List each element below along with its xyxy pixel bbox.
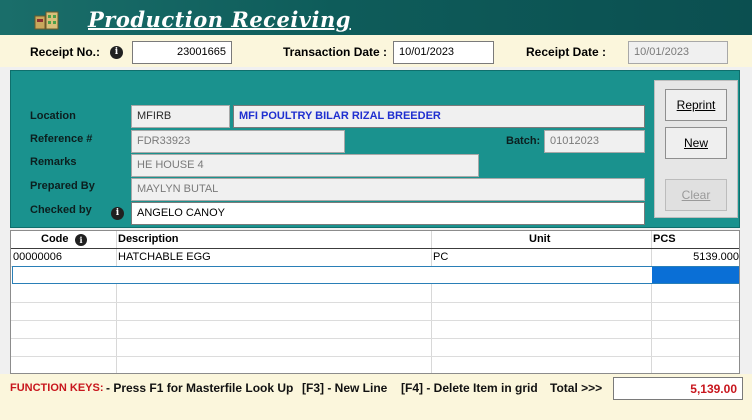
f4-hint: [F4] - Delete Item in grid: [401, 381, 538, 395]
receipt-date-label: Receipt Date :: [526, 45, 607, 59]
batch-field[interactable]: 01012023: [544, 130, 645, 153]
total-label: Total >>>: [550, 381, 603, 395]
remarks-label: Remarks: [30, 156, 77, 168]
new-item-row[interactable]: [12, 266, 739, 284]
prepared-by-label: Prepared By: [30, 180, 95, 192]
cell-unit[interactable]: PC: [433, 251, 448, 263]
items-grid[interactable]: Code i Description Unit PCS 00000006 HAT…: [10, 230, 740, 374]
checked-by-field[interactable]: ANGELO CANOY: [131, 202, 645, 225]
column-header-code[interactable]: Code: [41, 233, 69, 245]
receipt-no-label: Receipt No.:: [30, 45, 101, 59]
batch-label: Batch:: [506, 135, 541, 147]
column-header-pcs[interactable]: PCS: [653, 233, 676, 245]
app-title: Production Receiving: [88, 7, 351, 32]
table-row[interactable]: 00000006 HATCHABLE EGG PC 5139.000: [11, 249, 739, 266]
reference-label: Reference #: [30, 133, 93, 145]
remarks-field[interactable]: HE HOUSE 4: [131, 154, 479, 177]
column-header-description[interactable]: Description: [118, 233, 179, 245]
grid-row-line: [11, 356, 739, 357]
checked-by-label: Checked by: [30, 204, 92, 216]
info-icon[interactable]: i: [111, 207, 124, 220]
f3-hint: [F3] - New Line: [302, 381, 388, 395]
transaction-date-label: Transaction Date :: [283, 45, 388, 59]
reprint-button[interactable]: Reprint: [665, 89, 727, 121]
location-code-field[interactable]: MFIRB: [131, 105, 230, 128]
column-header-unit[interactable]: Unit: [529, 233, 550, 245]
reference-field[interactable]: FDR33923: [131, 130, 345, 153]
receipt-no-field[interactable]: 23001665: [132, 41, 232, 64]
info-icon[interactable]: i: [110, 46, 123, 59]
cell-description[interactable]: HATCHABLE EGG: [118, 251, 211, 263]
prepared-by-field[interactable]: MAYLYN BUTAL: [131, 178, 645, 201]
warehouse-goods-icon: [34, 10, 60, 30]
receipt-date-field: 10/01/2023: [628, 41, 728, 64]
info-icon[interactable]: i: [75, 234, 87, 246]
cell-pcs[interactable]: 5139.000: [653, 251, 739, 263]
clear-button[interactable]: Clear: [665, 179, 727, 211]
grid-row-line: [11, 320, 739, 321]
total-field: 5,139.00: [613, 377, 743, 400]
location-label: Location: [30, 110, 76, 122]
transaction-date-field[interactable]: 10/01/2023: [393, 41, 494, 64]
title-bar: Production Receiving: [0, 0, 752, 35]
grid-row-line: [11, 302, 739, 303]
function-keys-label: FUNCTION KEYS:: [10, 382, 104, 394]
selected-pcs-cell[interactable]: [652, 267, 739, 283]
cell-code[interactable]: 00000006: [13, 251, 62, 263]
f1-hint: - Press F1 for Masterfile Look Up: [106, 381, 294, 395]
grid-row-line: [11, 338, 739, 339]
location-name-field: MFI POULTRY BILAR RIZAL BREEDER: [233, 105, 645, 128]
new-button[interactable]: New: [665, 127, 727, 159]
